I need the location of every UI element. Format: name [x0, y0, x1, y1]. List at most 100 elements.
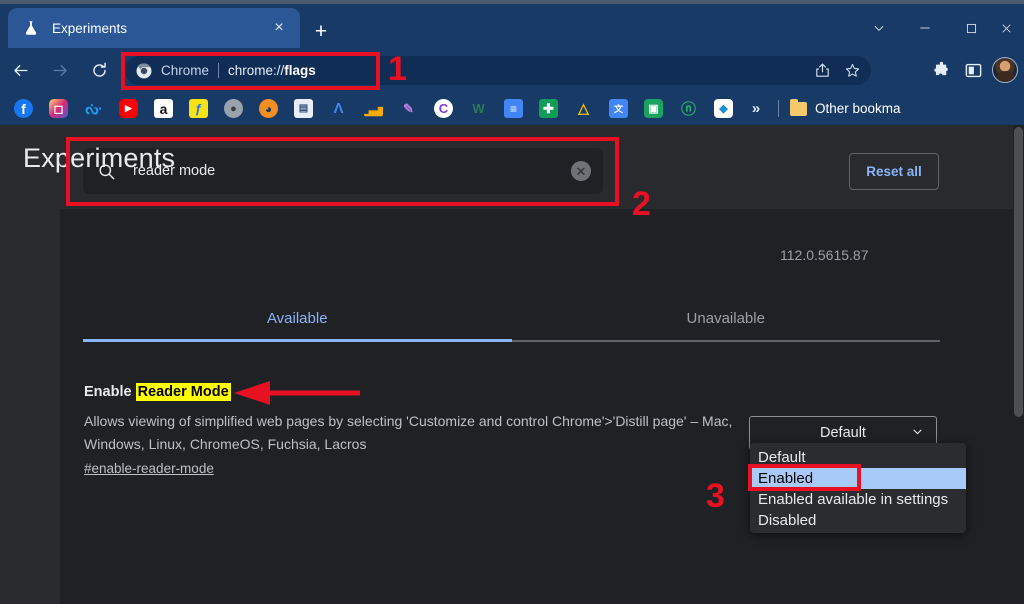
back-button[interactable] — [6, 56, 34, 84]
folder-icon — [790, 98, 807, 116]
flag-select-value: Default — [820, 425, 866, 441]
flags-tabs: Available Unavailable — [83, 295, 940, 341]
option-default[interactable]: Default — [750, 447, 966, 468]
forward-button — [46, 56, 74, 84]
chevron-down-icon — [911, 425, 924, 441]
bookmark-item[interactable]: ◻ — [41, 92, 76, 125]
bookmark-item[interactable]: ▁▃▅ — [356, 92, 391, 125]
bookmark-item[interactable]: ᔠ — [76, 92, 111, 125]
annotation-number-2: 2 — [632, 185, 651, 223]
pinterest-icon: ⓝ — [680, 101, 696, 118]
bookmark-item[interactable]: ▤ — [286, 92, 321, 125]
new-tab-button[interactable]: + — [308, 18, 334, 44]
page-left-gutter — [0, 125, 60, 604]
bookmark-item[interactable]: ● — [216, 92, 251, 125]
wordpress-icon: W — [472, 101, 485, 116]
bookmark-item[interactable]: ✎ — [391, 92, 426, 125]
bookmark-item[interactable]: ▣ — [636, 92, 671, 125]
minimize-icon[interactable] — [902, 8, 948, 48]
twitter-icon: ᔠ — [85, 100, 102, 118]
bookmark-item[interactable]: ƒ — [181, 92, 216, 125]
address-row: Chrome chrome://flags — [0, 48, 1024, 92]
flask-icon — [22, 19, 40, 37]
option-disabled[interactable]: Disabled — [750, 510, 966, 531]
elementor-icon: ◆ — [714, 99, 733, 118]
bookmark-item[interactable]: ▶ — [111, 92, 146, 125]
star-icon[interactable] — [839, 58, 865, 84]
address-bar[interactable]: Chrome chrome://flags — [125, 56, 871, 85]
window-controls — [856, 8, 1024, 48]
bookmark-item[interactable]: △ — [566, 92, 601, 125]
news-icon: ▤ — [294, 99, 313, 118]
google-translate-icon: 文 — [609, 99, 628, 118]
close-icon[interactable]: × — [268, 17, 290, 39]
other-bookmarks-label: Other bookma — [815, 101, 901, 116]
bookmark-item[interactable]: f — [6, 92, 41, 125]
facebook-icon: f — [14, 99, 33, 118]
flag-id-link[interactable]: #enable-reader-mode — [84, 461, 214, 476]
tab-strip: Experiments × + — [0, 4, 1024, 48]
flag-select-dropdown[interactable]: Default Enabled Enabled available in set… — [750, 443, 966, 533]
contact-photo-icon: ● — [224, 99, 243, 118]
option-enabled[interactable]: Enabled — [750, 468, 966, 489]
photos-icon: ▣ — [644, 99, 663, 118]
analytics-icon: ▁▃▅ — [364, 101, 383, 116]
search-console-icon: ✎ — [403, 100, 414, 116]
bookmark-item[interactable]: ≡ — [496, 92, 531, 125]
bookmark-item[interactable]: ⓝ — [671, 92, 706, 125]
tabs-active-indicator — [83, 339, 512, 342]
youtube-icon: ▶ — [119, 99, 138, 118]
side-panel-icon[interactable] — [958, 56, 988, 84]
url-prefix: chrome:// — [228, 63, 285, 78]
omnibox-separator — [218, 63, 220, 78]
url-suffix: flags — [284, 63, 316, 78]
page-scrollbar[interactable] — [1013, 125, 1024, 604]
tab-title: Experiments — [52, 20, 128, 36]
bookmarks-overflow-button[interactable]: » — [741, 100, 771, 117]
bookmark-item[interactable]: ✚ — [531, 92, 566, 125]
bookmark-item[interactable]: ◆ — [706, 92, 741, 125]
amazon-icon: a — [154, 99, 173, 118]
other-bookmarks-folder[interactable]: Other bookma — [786, 98, 905, 116]
bookmark-item[interactable]: a — [146, 92, 181, 125]
reload-button[interactable] — [85, 56, 113, 84]
page-title: Experiments — [23, 143, 176, 173]
bookmark-item[interactable]: C — [426, 92, 461, 125]
chrome-webstore-icon: C — [434, 99, 453, 118]
omnibox-url: chrome://flags — [228, 63, 316, 78]
share-icon[interactable] — [809, 58, 835, 84]
google-ads-icon: Λ — [333, 100, 344, 117]
scrollbar-thumb[interactable] — [1014, 127, 1023, 417]
omnibox-site-label: Chrome — [161, 63, 210, 78]
avatar-image — [992, 57, 1018, 83]
flag-title: Enable Reader Mode — [84, 383, 231, 401]
instagram-icon: ◻ — [49, 99, 68, 118]
puzzle-icon[interactable] — [926, 56, 956, 84]
google-sheets-icon: ✚ — [539, 99, 558, 118]
browser-window: Experiments × + Chrome chrome://flags f … — [0, 0, 1024, 604]
annotation-number-1: 1 — [388, 50, 407, 88]
flag-title-highlight: Reader Mode — [135, 383, 231, 401]
tab-experiments[interactable]: Experiments × — [8, 8, 300, 48]
maximize-icon[interactable] — [948, 8, 994, 48]
bookmark-item[interactable]: W — [461, 92, 496, 125]
tab-unavailable[interactable]: Unavailable — [512, 295, 941, 341]
bookmark-item[interactable]: ◕ — [251, 92, 286, 125]
tab-search-chevron-icon[interactable] — [856, 8, 902, 48]
search-value: reader mode — [133, 163, 216, 179]
annotation-number-3: 3 — [706, 477, 725, 515]
bookmark-item[interactable]: Λ — [321, 92, 356, 125]
flipkart-icon: ƒ — [189, 99, 208, 118]
version-label: 112.0.5615.87 — [780, 247, 869, 263]
chrome-logo-icon — [135, 62, 153, 80]
option-enabled-available-in-settings[interactable]: Enabled available in settings — [750, 489, 966, 510]
tab-available[interactable]: Available — [83, 295, 512, 341]
flag-description: Allows viewing of simplified web pages b… — [84, 413, 733, 452]
clear-icon[interactable]: ✕ — [571, 161, 591, 181]
window-close-icon[interactable] — [994, 8, 1024, 48]
avatar[interactable] — [990, 56, 1020, 84]
bookmark-item[interactable]: 文 — [601, 92, 636, 125]
reset-all-button[interactable]: Reset all — [849, 153, 939, 190]
browser-chrome: Experiments × + Chrome chrome://flags f … — [0, 0, 1024, 125]
bookmarks-bar: f ◻ ᔠ ▶ a ƒ ● ◕ ▤ Λ ▁▃▅ ✎ C W ≡ ✚ △ 文 ▣ … — [0, 92, 1024, 125]
